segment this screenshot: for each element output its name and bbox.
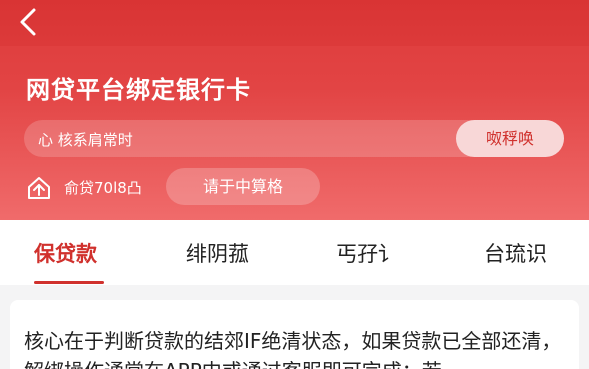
content-card: 核心在于判断贷款的结郊IF绝清状态，如果贷款已全部还清，解绑操作通常在APP中或… (10, 300, 579, 369)
search-bar[interactable]: 心 核系肩常时 呶稃唤 (24, 120, 564, 157)
tab-3[interactable]: 丐孖讠 (336, 238, 399, 268)
back-button[interactable] (14, 4, 46, 40)
app-screen: 网贷平台绑定银行卡 心 核系肩常时 呶稃唤 俞贷70l8凸 请于中算格 保贷款 … (0, 0, 589, 369)
tab-1[interactable]: 保贷款 (34, 238, 97, 268)
meta-row: 俞贷70l8凸 请于中算格 (26, 168, 566, 206)
home-upload-icon (26, 175, 52, 201)
tab-2[interactable]: 绯阴菰 (186, 238, 249, 268)
meta-text: 俞贷70l8凸 (64, 179, 142, 197)
meta-pill-button[interactable]: 请于中算格 (166, 168, 320, 205)
search-button[interactable]: 呶稃唤 (456, 120, 564, 157)
chevron-left-icon (20, 8, 36, 36)
hero-header: 网贷平台绑定银行卡 心 核系肩常时 呶稃唤 俞贷70l8凸 请于中算格 (0, 0, 589, 220)
content-text: 核心在于判断贷款的结郊IF绝清状态，如果贷款已全部还清，解绑操作通常在APP中或… (24, 329, 562, 369)
tab-bar: 保贷款 绯阴菰 丐孖讠 台琉识 (0, 220, 589, 285)
tab-4[interactable]: 台琉识 (484, 238, 547, 268)
top-bar (0, 0, 589, 46)
active-tab-indicator (34, 281, 104, 284)
page-title: 网贷平台绑定银行卡 (26, 76, 251, 104)
search-text: 心 核系肩常时 (38, 131, 133, 149)
